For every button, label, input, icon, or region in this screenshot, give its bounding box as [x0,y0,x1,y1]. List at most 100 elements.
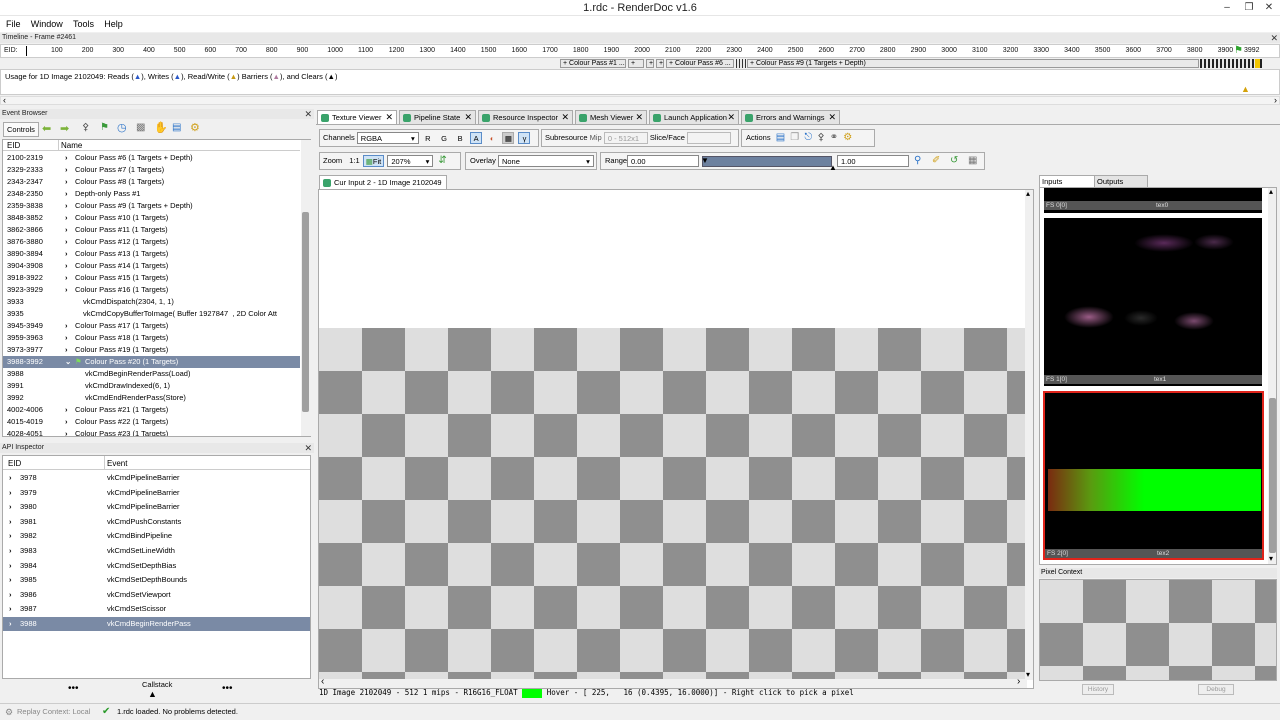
event-row[interactable]: 3991 vkCmdDrawIndexed(6, 1) [3,380,300,392]
expand-chevron-icon[interactable]: › [65,416,68,428]
timeline-pass-9[interactable]: + Colour Pass #9 (1 Targets + Depth) [747,59,1199,68]
back-arrow-icon[interactable]: ⬅ [42,122,51,135]
tab-close-icon[interactable]: ✕ [828,111,836,124]
api-expand-icon[interactable]: › [9,486,12,500]
event-row[interactable]: 3992 vkCmdEndRenderPass(Store) [3,392,300,404]
api-row[interactable]: › 3987 vkCmdSetScissor [3,602,310,616]
checkerboard-toggle-icon[interactable]: ▦ [502,132,515,145]
thumb-tex2[interactable]: FS 2[0] tex2 [1043,391,1264,560]
menu-window[interactable]: Window [31,16,63,32]
texture-tab[interactable]: Cur Input 2 - 1D Image 2102049 [319,175,447,189]
tab-close-icon[interactable]: ✕ [464,111,472,124]
texture-hscroll[interactable]: ‹ › [319,676,1027,688]
tab-close-icon[interactable]: ✕ [727,111,735,124]
event-row[interactable]: 2359-3838 › Colour Pass #9 (1 Targets + De… [3,200,300,212]
api-expand-icon[interactable]: › [9,529,12,543]
channel-b-toggle[interactable]: B [454,132,466,144]
minimize-icon[interactable]: – [1216,0,1238,16]
thumb-scroll-down-icon[interactable]: ▾ [1269,554,1273,563]
event-row[interactable]: 3988 vkCmdBeginRenderPass(Load) [3,368,300,380]
api-row[interactable]: › 3980 vkCmdPipelineBarrier [3,500,310,514]
auto-fit-icon[interactable]: ✐ [932,153,940,169]
range-histogram[interactable] [702,156,832,167]
channel-r-toggle[interactable]: R [422,132,434,144]
channel-a-toggle[interactable]: A [470,132,483,145]
expand-chevron-icon[interactable]: › [65,428,68,436]
zoom-range-icon[interactable]: ⚲ [914,153,921,169]
range-max-input[interactable]: 1.00 [837,155,909,167]
event-row[interactable]: 3918-3922 › Colour Pass #15 (1 Targets) [3,272,300,284]
close-window-icon[interactable]: ✕ [1258,0,1280,16]
callstack-up-icon[interactable]: ▲ [148,689,157,699]
api-expand-icon[interactable]: › [9,500,12,514]
tab-close-icon[interactable]: ✕ [561,111,569,124]
tab-close-icon[interactable]: ✕ [385,111,393,124]
api-row[interactable]: › 3986 vkCmdSetViewport [3,588,310,602]
zoom-select[interactable]: 207% ▾ [387,155,434,168]
api-row[interactable]: › 3979 vkCmdPipelineBarrier [3,486,310,500]
controls-button[interactable]: Controls [3,122,39,137]
expand-chevron-icon[interactable]: › [65,260,68,272]
expand-chevron-icon[interactable]: › [65,404,68,416]
history-button[interactable]: History [1082,684,1114,695]
thumb-tex0[interactable]: FS 0[0] tex0 [1044,188,1262,213]
expand-chevron-icon[interactable]: › [65,284,68,296]
api-expand-icon[interactable]: › [9,617,12,631]
tab-pipeline-state[interactable]: Pipeline State ✕ [399,110,476,124]
find-binoculars-icon[interactable]: ⚴ [82,122,89,133]
texture-canvas[interactable]: ▴ ▾ ‹ › [318,189,1034,689]
expand-chevron-icon[interactable]: › [65,344,68,356]
api-expand-icon[interactable]: › [9,515,12,529]
event-row[interactable]: 3959-3963 › Colour Pass #18 (1 Targets) [3,332,300,344]
texture-scroll-up-icon[interactable]: ▴ [1026,190,1030,198]
api-row[interactable]: › 3984 vkCmdSetDepthBias [3,559,310,573]
close-timeline-icon[interactable]: ✕ [1270,33,1278,43]
range-min-handle-icon[interactable]: ▼ [701,153,709,169]
tab-launch-application[interactable]: Launch Application ✕ [649,110,739,124]
gamma-toggle[interactable]: γ [518,132,531,145]
event-row[interactable]: 3973-3977 › Colour Pass #19 (1 Targets) [3,344,300,356]
api-expand-icon[interactable]: › [9,573,12,587]
tab-errors-and-warnings[interactable]: Errors and Warnings ✕ [741,110,840,124]
locate-binoculars-icon[interactable]: ⚴ [817,132,824,143]
flip-icon[interactable]: ⇵ [438,155,446,166]
texture-vscroll[interactable]: ▴ ▾ [1025,190,1033,680]
api-expand-icon[interactable]: › [9,471,12,485]
thumb-scroll-up-icon[interactable]: ▴ [1269,188,1273,196]
callstack-label[interactable]: Callstack [142,680,172,689]
mip-select[interactable]: 0 - 512x1 [603,132,648,145]
event-row[interactable]: 4002-4006 › Colour Pass #21 (1 Targets) [3,404,300,416]
api-expand-icon[interactable]: › [9,559,12,573]
timeline-pass-3[interactable]: + [646,59,654,68]
copy-icon[interactable]: ❐ [790,132,799,143]
menu-help[interactable]: Help [104,16,123,32]
save-texture-icon[interactable]: ▤ [776,132,785,143]
timeline-ruler[interactable]: EID: 100 200 300 400 500 600 700 800 900 1000 1100… [0,44,1280,58]
expand-chevron-icon[interactable]: › [65,224,68,236]
tab-texture-viewer[interactable]: Texture Viewer ✕ [317,110,397,125]
channel-g-toggle[interactable]: G [438,132,450,144]
event-row[interactable]: 3904-3908 › Colour Pass #14 (1 Targets) [3,260,300,272]
scroll-right-icon[interactable]: › [1274,95,1277,105]
slice-select[interactable] [687,132,732,145]
overlay-select[interactable]: None ▾ [497,155,594,168]
api-row[interactable]: › 3981 vkCmdPushConstants [3,515,310,529]
api-row[interactable]: › 3982 vkCmdBindPipeline [3,529,310,543]
api-right-dots[interactable]: ••• [222,683,233,694]
color-wheel-icon[interactable]: ◐ [486,132,498,144]
timeline-pass-6[interactable]: + Colour Pass #6 ... [666,59,734,68]
replay-context[interactable]: Replay Context: Local [17,704,90,720]
timeline-hscroll[interactable]: ‹ › [0,95,1280,105]
timeline-pass-1[interactable]: + Colour Pass #1 ... [560,59,626,68]
expand-chevron-icon[interactable]: › [65,152,68,164]
inputs-tab[interactable]: Inputs [1039,175,1095,187]
event-row[interactable]: 2329-2333 › Colour Pass #7 (1 Targets) [3,164,300,176]
event-row[interactable]: 3876-3880 › Colour Pass #12 (1 Targets) [3,236,300,248]
thumb-tex1[interactable]: FS 1[0] tex1 [1044,218,1262,386]
tab-close-icon[interactable]: ✕ [635,111,643,124]
event-scroll-thumb[interactable] [302,212,309,412]
expand-chevron-icon[interactable]: › [65,164,68,176]
pixel-context-view[interactable] [1039,579,1277,681]
api-row[interactable]: › 3985 vkCmdSetDepthBounds [3,573,310,587]
bookmark-flag-icon[interactable]: ⚑ [100,122,109,133]
